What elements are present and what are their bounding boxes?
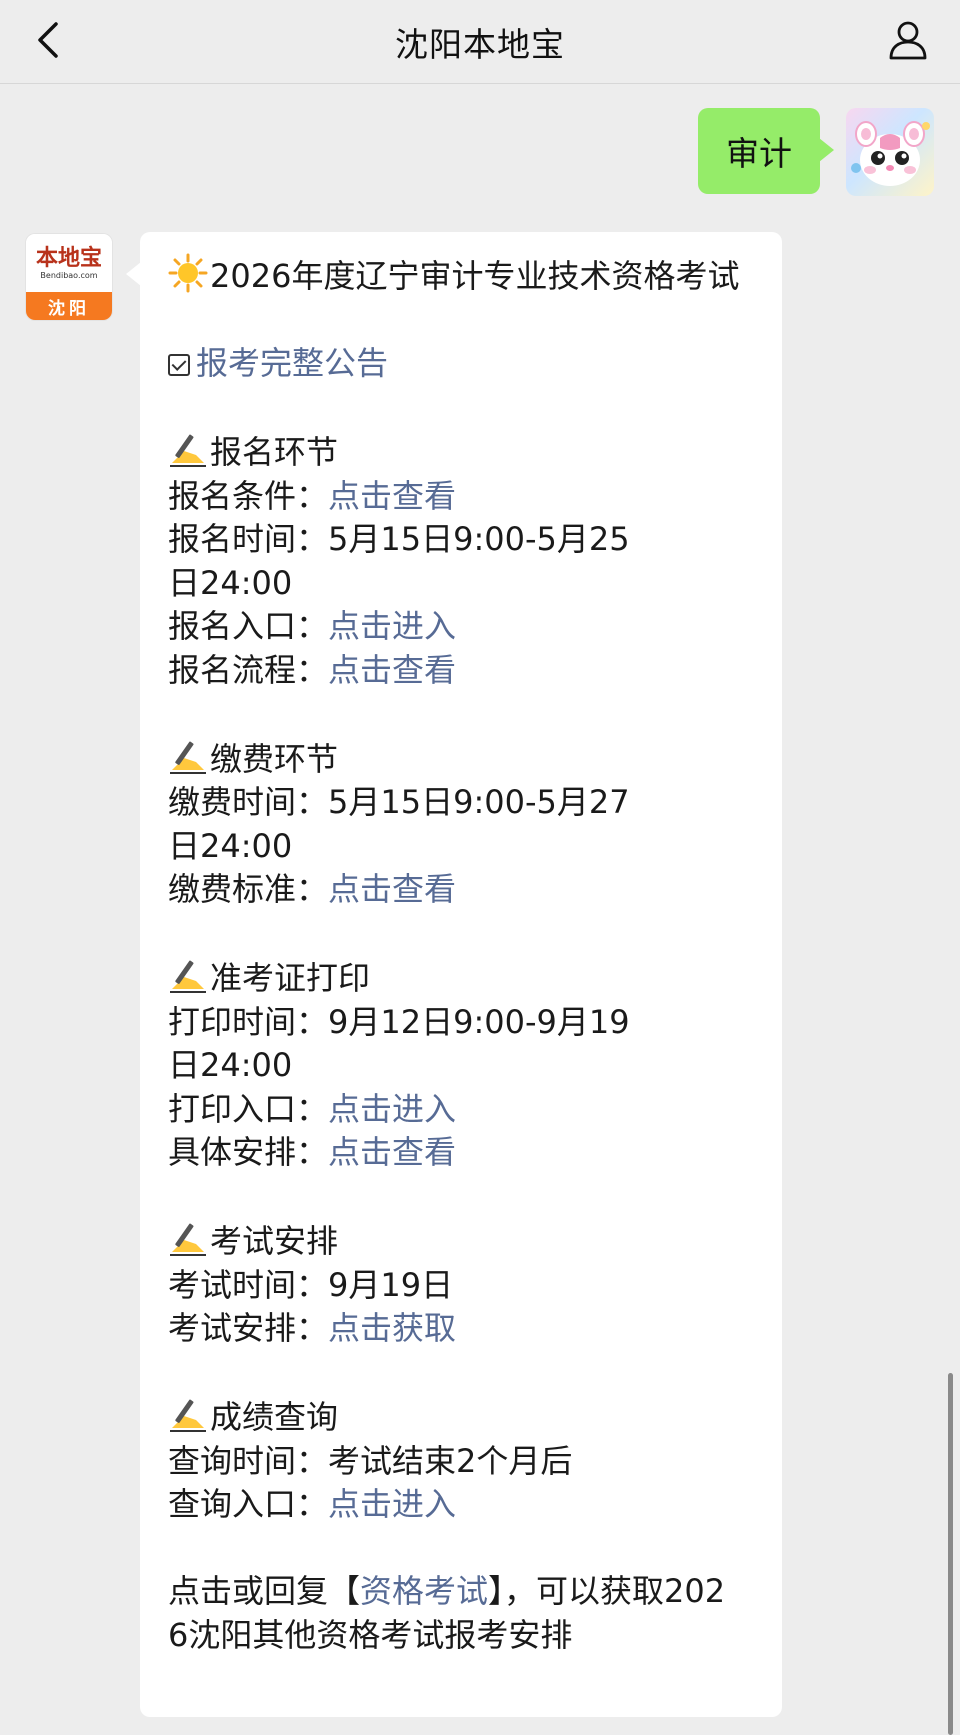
payment-heading-text: 缴费环节	[210, 739, 339, 778]
signup-cond-label: 报名条件：	[168, 476, 329, 515]
profile-button[interactable]	[882, 14, 934, 66]
payment-std-row: 缴费标准：点击查看	[168, 868, 762, 912]
sun-icon	[168, 253, 208, 293]
writing-hand-icon	[170, 434, 206, 467]
bot-city-label: 沈阳	[26, 292, 112, 320]
exam-plan-link[interactable]: 点击获取	[328, 1309, 456, 1347]
score-entry-label: 查询入口：	[168, 1485, 329, 1523]
payment-std-label: 缴费标准：	[168, 870, 329, 908]
payment-std-link[interactable]: 点击查看	[328, 870, 456, 908]
signup-flow-link[interactable]: 点击查看	[328, 651, 456, 689]
signup-entry-link[interactable]: 点击进入	[328, 607, 456, 645]
signup-flow-row: 报名流程：点击查看	[168, 649, 762, 693]
notice-line: 报考完整公告	[168, 342, 762, 386]
admission-plan-row: 具体安排：点击查看	[168, 1131, 762, 1175]
exam-heading-text: 考试安排	[210, 1222, 339, 1260]
footer-text: 点击或回复【资格考试】，可以获取2026沈阳其他资格考试报考安排	[168, 1570, 728, 1657]
score-heading-text: 成绩查询	[210, 1398, 339, 1436]
score-time-value: 考试结束2个月后	[328, 1441, 573, 1480]
signup-heading-text: 报名环节	[210, 433, 339, 471]
payment-time-row: 缴费时间：5月15日9:00-5月27日24:00	[168, 781, 648, 868]
bot-avatar-logo: 本地宝 Bendibao.com	[26, 234, 112, 292]
writing-hand-icon	[170, 741, 206, 774]
exam-time-label: 考试时间：	[168, 1265, 329, 1304]
exam-plan-label: 考试安排：	[168, 1309, 329, 1347]
incoming-bubble: 2026年度辽宁审计专业技术资格考试 报考完整公告 报名环节 报名条件：点击查看…	[126, 232, 782, 1717]
admission-heading: 准考证打印	[168, 955, 762, 1001]
signup-time-row: 报名时间：5月15日9:00-5月25日24:00	[168, 518, 648, 605]
score-entry-row: 查询入口：点击进入	[168, 1483, 762, 1527]
score-heading: 成绩查询	[168, 1394, 762, 1440]
message-title-line: 2026年度辽宁审计专业技术资格考试	[168, 253, 762, 299]
bot-brand-text: 本地宝	[35, 244, 102, 271]
admission-plan-link[interactable]: 点击查看	[328, 1133, 456, 1171]
signup-cond-link[interactable]: 点击查看	[328, 477, 456, 515]
chat-header: 沈阳本地宝	[0, 0, 960, 84]
exam-heading: 考试安排	[168, 1218, 762, 1264]
bot-domain-text: Bendibao.com	[40, 270, 98, 280]
footer-link[interactable]: 资格考试	[360, 1572, 488, 1610]
score-time-row: 查询时间：考试结束2个月后	[168, 1440, 762, 1484]
message-title: 2026年度辽宁审计专业技术资格考试	[210, 257, 740, 295]
scrollbar[interactable]	[948, 1373, 953, 1735]
bot-avatar[interactable]: 本地宝 Bendibao.com 沈阳	[26, 234, 112, 320]
notice-link[interactable]: 报考完整公告	[196, 344, 388, 382]
payment-time-label: 缴费时间：	[168, 783, 329, 821]
chevron-left-icon	[38, 22, 58, 58]
payment-heading: 缴费环节	[168, 736, 762, 782]
outgoing-message: 审计	[0, 103, 960, 203]
signup-time-label: 报名时间：	[168, 520, 329, 558]
user-avatar[interactable]	[846, 108, 934, 196]
admission-entry-link[interactable]: 点击进入	[328, 1090, 456, 1128]
outgoing-text: 审计	[726, 134, 792, 173]
back-button[interactable]	[28, 16, 68, 64]
signup-entry-row: 报名入口：点击进入	[168, 605, 762, 649]
admission-plan-label: 具体安排：	[168, 1133, 329, 1171]
signup-cond-row: 报名条件：点击查看	[168, 475, 762, 519]
checkbox-icon	[168, 354, 190, 376]
signup-flow-label: 报名流程：	[168, 650, 329, 689]
exam-time-value: 9月19日	[328, 1265, 454, 1304]
admission-time-row: 打印时间：9月12日9:00-9月19日24:00	[168, 1001, 648, 1088]
writing-hand-icon	[170, 1223, 206, 1256]
admission-heading-text: 准考证打印	[210, 959, 371, 997]
person-icon	[889, 21, 927, 60]
writing-hand-icon	[170, 960, 206, 993]
admission-time-label: 打印时间：	[168, 1002, 329, 1041]
score-entry-link[interactable]: 点击进入	[328, 1485, 456, 1523]
admission-entry-label: 打印入口：	[168, 1089, 329, 1128]
chat-title: 沈阳本地宝	[395, 24, 565, 64]
signup-entry-label: 报名入口：	[168, 607, 329, 645]
exam-plan-row: 考试安排：点击获取	[168, 1307, 762, 1351]
signup-heading: 报名环节	[168, 429, 762, 475]
writing-hand-icon	[170, 1399, 206, 1432]
hamster-avatar-icon	[851, 121, 930, 186]
outgoing-bubble[interactable]: 审计	[698, 108, 834, 194]
exam-time-row: 考试时间：9月19日	[168, 1264, 762, 1308]
admission-entry-row: 打印入口：点击进入	[168, 1088, 762, 1132]
score-time-label: 查询时间：	[168, 1441, 329, 1480]
footer-prefix: 点击或回复【	[168, 1572, 361, 1610]
